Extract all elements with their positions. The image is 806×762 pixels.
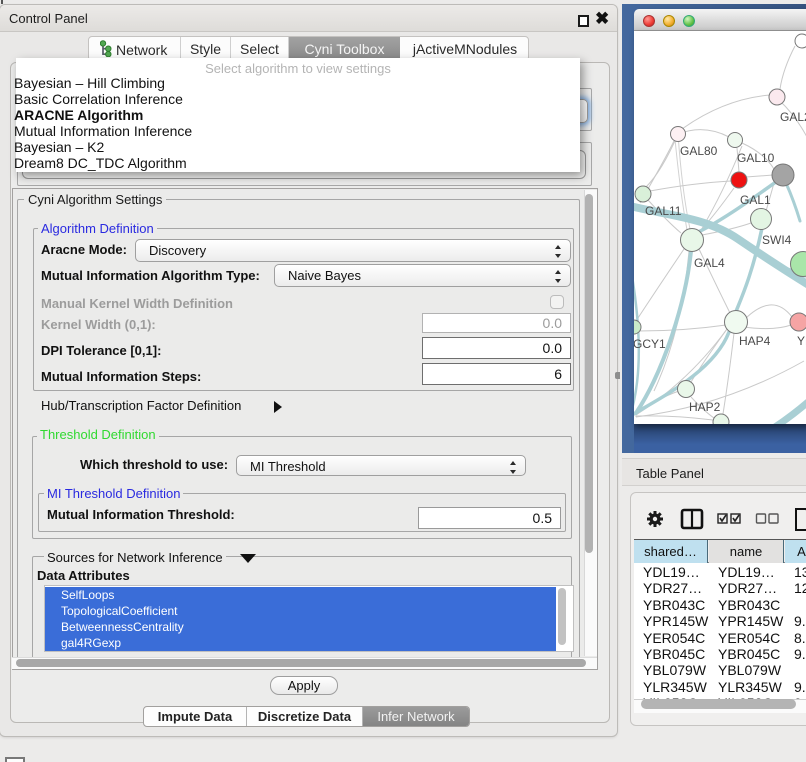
svg-text:GAL80: GAL80 xyxy=(680,144,718,158)
svg-text:HAP4: HAP4 xyxy=(739,334,771,348)
svg-text:HAP2: HAP2 xyxy=(689,400,721,414)
svg-text:SWI4: SWI4 xyxy=(762,233,792,247)
svg-text:GAL1: GAL1 xyxy=(740,193,771,207)
svg-text:GAL11: GAL11 xyxy=(645,204,682,218)
svg-text:GAL2: GAL2 xyxy=(780,110,806,124)
svg-text:GAL4: GAL4 xyxy=(694,256,725,270)
svg-text:YM: YM xyxy=(797,334,806,348)
svg-text:GCY1: GCY1 xyxy=(634,337,666,351)
svg-text:GAL10: GAL10 xyxy=(737,151,775,165)
